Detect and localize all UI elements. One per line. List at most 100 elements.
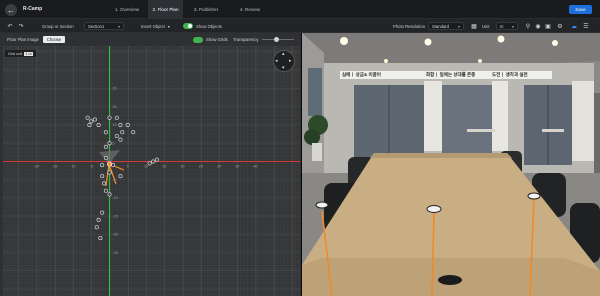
x-tick-label: 20 <box>181 165 185 169</box>
chevron-down-icon: ▾ <box>457 24 460 29</box>
x-tick-label: -5 <box>90 165 93 169</box>
panorama-marker[interactable] <box>100 163 105 168</box>
chevron-down-icon: ▾ <box>117 24 120 29</box>
pan-down-icon[interactable]: ▾ <box>282 65 285 71</box>
panorama-marker[interactable] <box>147 161 152 166</box>
unit-label: Unit <box>482 23 490 29</box>
toolbar: ↶ ↷ Group or Section Section1 ▾ Insert O… <box>0 19 600 33</box>
panorama-marker[interactable] <box>114 115 119 120</box>
undo-icon[interactable]: ↶ <box>6 22 14 30</box>
y-tick-label: -25 <box>113 251 118 255</box>
panorama-marker[interactable] <box>103 144 108 149</box>
x-tick-label: 35 <box>235 165 239 169</box>
y-tick-label: 10 <box>113 123 117 127</box>
step-overview[interactable]: 1. Overview <box>106 0 148 19</box>
back-button[interactable]: ← <box>5 4 17 16</box>
grid-unit-value: 1 m <box>24 51 33 56</box>
cloud-icon[interactable]: ☁ <box>570 22 578 30</box>
panorama-sign-center: 화합ㅣ 일에는 상대를 존중 <box>426 72 476 77</box>
redo-icon[interactable]: ↷ <box>17 22 25 30</box>
panorama-marker[interactable] <box>118 137 123 142</box>
panorama-marker[interactable] <box>87 123 92 128</box>
save-button[interactable]: Save <box>569 5 592 14</box>
panorama-marker[interactable] <box>92 117 97 122</box>
choose-image-button[interactable]: Choose <box>43 36 65 43</box>
layers-icon[interactable]: ☰ <box>582 22 590 30</box>
y-tick-label: 15 <box>113 105 117 109</box>
panorama-marker[interactable] <box>103 188 108 193</box>
panorama-marker[interactable] <box>120 130 125 135</box>
group-select-value: Section1 <box>88 23 105 29</box>
panorama-view[interactable]: 심때ㅣ 상금& 이끌어 화합ㅣ 일에는 상대를 존중 도전ㅣ 생각과 실천 <box>302 33 600 296</box>
grid-unit-badge: Grid unit 1 m <box>5 50 36 57</box>
settings-icon[interactable]: ⚙ <box>556 22 564 30</box>
show-objects-label: Show Objects <box>196 23 222 29</box>
panorama-marker[interactable] <box>94 225 99 230</box>
panorama-marker[interactable] <box>85 115 90 120</box>
grid-view-icon[interactable]: ▦ <box>470 22 478 30</box>
x-tick-label: 30 <box>217 165 221 169</box>
show-objects-toggle[interactable] <box>183 23 193 29</box>
pin-icon[interactable]: ⚲ <box>524 22 532 30</box>
panorama-marker[interactable] <box>125 123 130 128</box>
visibility-icon[interactable]: ◉ <box>534 22 542 30</box>
panorama-marker[interactable] <box>131 130 136 135</box>
unit-select[interactable]: m ▾ <box>496 22 518 30</box>
photo-resolution-select[interactable]: Standard ▾ <box>428 22 464 30</box>
pan-control[interactable]: ▴ ▾ ◂ ▸ <box>273 50 295 72</box>
transparency-slider-handle[interactable] <box>274 37 279 42</box>
chevron-down-icon: ▾ <box>511 24 514 29</box>
panorama-marker[interactable] <box>100 210 105 215</box>
app-title: R-Camp <box>23 6 43 12</box>
floor-plan-panel: Floor Plan Image Choose Show Grids Trans… <box>0 33 302 296</box>
panorama-marker[interactable] <box>96 217 101 222</box>
panorama-marker[interactable] <box>102 181 107 186</box>
y-tick-label: 20 <box>113 87 117 91</box>
pan-right-icon[interactable]: ▸ <box>289 58 292 64</box>
panorama-marker[interactable] <box>107 192 112 197</box>
x-tick-label: -10 <box>70 165 75 169</box>
panorama-marker[interactable] <box>100 174 105 179</box>
panorama-marker[interactable] <box>118 123 123 128</box>
panorama-marker[interactable] <box>103 155 108 160</box>
y-tick-label: -20 <box>113 233 118 237</box>
step-review[interactable]: 4. Review <box>229 0 271 19</box>
floor-plan-grid[interactable]: -20-15-10-505101520253035402015105-5-10-… <box>3 46 300 296</box>
show-grids-toggle[interactable] <box>193 37 203 43</box>
panorama-marker[interactable] <box>118 174 123 179</box>
x-tick-label: -20 <box>34 165 39 169</box>
panorama-marker[interactable] <box>114 133 119 138</box>
panorama-marker[interactable] <box>107 141 112 146</box>
active-camera-marker[interactable] <box>106 161 113 167</box>
y-tick-label: -5 <box>113 178 116 182</box>
panorama-marker[interactable] <box>89 119 94 124</box>
group-select[interactable]: Section1 ▾ <box>84 22 124 30</box>
x-tick-label: 10 <box>144 165 148 169</box>
panorama-sign-right: 도전ㅣ 생각과 실천 <box>492 72 528 77</box>
panorama-marker[interactable] <box>151 159 156 164</box>
grid-unit-label: Grid unit <box>8 51 23 56</box>
pan-up-icon[interactable]: ▴ <box>282 51 285 57</box>
panorama-marker[interactable] <box>154 157 159 162</box>
panorama-marker[interactable] <box>107 115 112 120</box>
group-label: Group or Section <box>42 23 74 29</box>
floor-plan-subbar: Floor Plan Image Choose Show Grids Trans… <box>0 33 302 46</box>
photo-resolution-value: Standard <box>432 23 449 29</box>
panorama-marker[interactable] <box>98 236 103 241</box>
x-tick-label: 15 <box>162 165 166 169</box>
x-tick-label: 40 <box>254 165 258 169</box>
pan-left-icon[interactable]: ◂ <box>275 58 278 64</box>
camera-icon[interactable]: ▣ <box>544 22 552 30</box>
panorama-marker[interactable] <box>107 170 112 175</box>
y-tick-label: -15 <box>113 214 118 218</box>
step-publisher[interactable]: 3. Publisher <box>183 0 229 19</box>
arrow-left-icon: ← <box>7 5 15 15</box>
panorama-marker[interactable] <box>96 123 101 128</box>
floor-plan-canvas[interactable]: -20-15-10-505101520253035402015105-5-10-… <box>3 46 300 296</box>
floor-plan-image-label: Floor Plan Image <box>7 37 39 42</box>
panorama-sign-left: 심때ㅣ 상금& 이끌어 <box>342 72 381 77</box>
unit-select-value: m <box>500 23 504 29</box>
step-floor-plan[interactable]: 2. Floor Plan <box>148 0 183 19</box>
insert-object-button[interactable]: Insert Object ▾ <box>141 19 170 33</box>
panorama-marker[interactable] <box>103 130 108 135</box>
